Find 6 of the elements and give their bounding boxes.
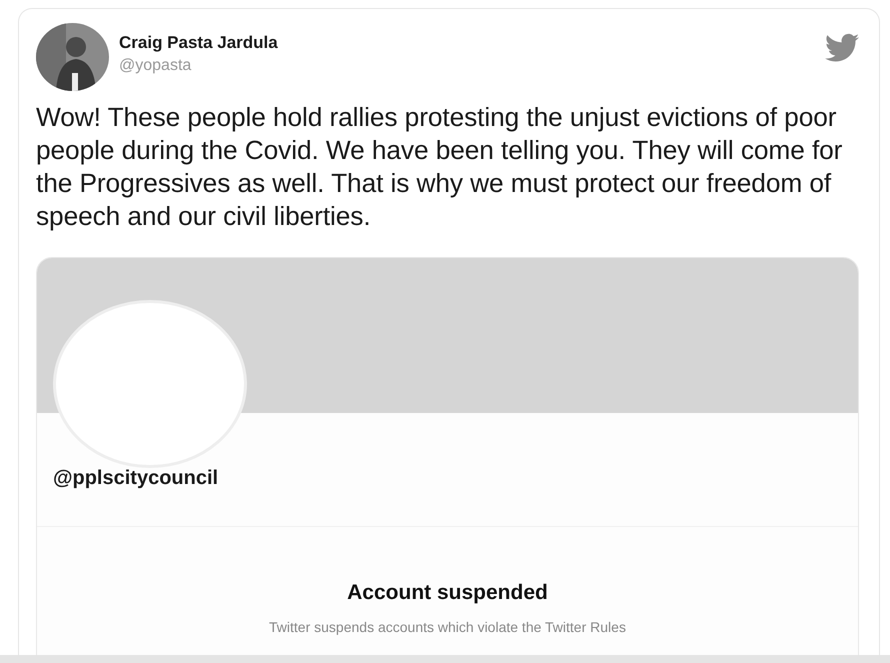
suspended-notice: Twitter suspends accounts which violate the Twitter Rules xyxy=(269,619,626,635)
tweet-text: Wow! These people hold rallies protesting the unjust evictions of poor people during the Covid. We have been telling you. They will come for the Progressives as well. That is why we must protect our freedom of speech and our civil liberties. xyxy=(36,101,844,233)
profile-handle: @pplscitycouncil xyxy=(53,467,218,490)
author-name[interactable]: Craig Pasta Jardula xyxy=(119,33,815,53)
bird-icon[interactable] xyxy=(825,33,859,63)
suspended-title: Account suspended xyxy=(347,581,548,605)
